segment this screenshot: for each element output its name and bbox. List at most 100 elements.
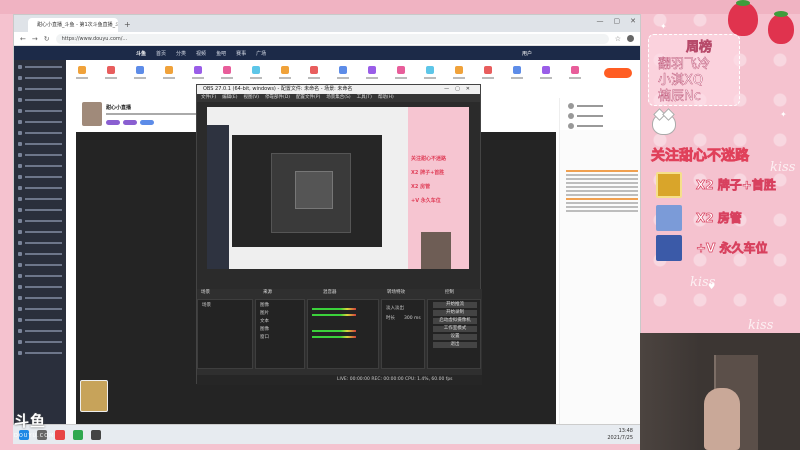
- source-item[interactable]: 图片: [260, 311, 269, 317]
- source-item[interactable]: 文本: [260, 319, 269, 325]
- virtual-camera-button[interactable]: 启动虚拟摄像机: [433, 318, 477, 324]
- sidebar-item[interactable]: [18, 250, 62, 258]
- sidebar-item[interactable]: [18, 217, 62, 225]
- sidebar-item[interactable]: [18, 107, 62, 115]
- nav-item[interactable]: 广场: [256, 50, 266, 57]
- site-user-menu[interactable]: 用户: [522, 50, 532, 57]
- obs-window-controls[interactable]: —▢✕: [444, 85, 476, 94]
- nav-item[interactable]: 分类: [176, 50, 186, 57]
- sidebar-item[interactable]: [18, 184, 62, 192]
- sidebar-item[interactable]: [18, 173, 62, 181]
- chrome-icon[interactable]: [73, 429, 83, 440]
- sidebar-item[interactable]: [18, 206, 62, 214]
- close-button[interactable]: ✕: [630, 17, 636, 25]
- sidebar-item[interactable]: [18, 261, 62, 269]
- minimize-button[interactable]: —: [597, 17, 604, 25]
- studio-mode-button[interactable]: 工作室模式: [433, 326, 477, 332]
- rank-user[interactable]: [568, 112, 618, 120]
- obs-menu-item[interactable]: 帮助(H): [378, 94, 394, 102]
- sidebar-item[interactable]: [18, 272, 62, 280]
- sidebar-item[interactable]: [18, 74, 62, 82]
- category-item[interactable]: [569, 66, 581, 92]
- sidebar-item[interactable]: [18, 283, 62, 291]
- source-item[interactable]: 图像: [260, 327, 269, 333]
- sidebar-item[interactable]: [18, 63, 62, 71]
- nav-item[interactable]: 视频: [196, 50, 206, 57]
- settings-button[interactable]: 设置: [433, 334, 477, 340]
- app-icon[interactable]: [55, 429, 65, 440]
- room-subtitle: [106, 113, 196, 115]
- sidebar-item[interactable]: [18, 195, 62, 203]
- reload-icon[interactable]: ↻: [44, 35, 50, 43]
- obs-menu-item[interactable]: 工具(T): [357, 94, 372, 102]
- site-logo[interactable]: 斗鱼: [136, 50, 146, 57]
- category-item[interactable]: [482, 66, 494, 92]
- obs-preview[interactable]: 关注甜心不迷路 X2 牌子+首胜 X2 房管 +V 永久车位: [207, 107, 469, 269]
- browser-tab[interactable]: 甜心小直播_斗鱼 - 第1次斗鱼直播_斗...: [28, 18, 118, 32]
- sidebar-item[interactable]: [18, 118, 62, 126]
- category-item[interactable]: [511, 66, 523, 92]
- sidebar-item[interactable]: [18, 349, 62, 357]
- exit-button[interactable]: 退出: [433, 342, 477, 348]
- start-recording-button[interactable]: 开始录制: [433, 310, 477, 316]
- sidebar-item[interactable]: [18, 162, 62, 170]
- star-icon[interactable]: ☆: [615, 35, 621, 43]
- new-tab-button[interactable]: +: [124, 18, 131, 32]
- sidebar-item[interactable]: [18, 316, 62, 324]
- promo-button[interactable]: [604, 68, 632, 78]
- taskbar-clock[interactable]: 13:48 2021/7/25: [607, 428, 633, 442]
- sidebar-item[interactable]: [18, 96, 62, 104]
- start-streaming-button[interactable]: 开始推流: [433, 302, 477, 308]
- category-item[interactable]: [134, 66, 146, 92]
- perk-row-3: +V 永久车位: [656, 235, 796, 263]
- sidebar-item[interactable]: [18, 140, 62, 148]
- category-item[interactable]: [105, 66, 117, 92]
- obs-menu-item[interactable]: 场景集合(S): [326, 94, 350, 102]
- source-item[interactable]: 图像: [260, 303, 269, 309]
- preview-sidebar: [207, 125, 229, 269]
- source-item[interactable]: 窗口: [260, 335, 269, 341]
- kiss-decoration: kiss: [770, 160, 796, 175]
- nav-item[interactable]: 赛事: [236, 50, 246, 57]
- transition-select[interactable]: 淡入淡出: [386, 306, 404, 312]
- category-item[interactable]: [540, 66, 552, 92]
- sidebar-item[interactable]: [18, 305, 62, 313]
- obs-menu-item[interactable]: 停靠部件(D): [265, 94, 290, 102]
- sidebar-item[interactable]: [18, 85, 62, 93]
- chat-message: [566, 170, 638, 172]
- maximize-button[interactable]: ▢: [614, 17, 621, 25]
- sidebar-item[interactable]: [18, 239, 62, 247]
- perk-text: X2 房管: [696, 211, 742, 226]
- profile-avatar[interactable]: [627, 35, 634, 42]
- sidebar-item[interactable]: [18, 129, 62, 137]
- sources-dock: 图像 图片 文本 图像 窗口: [255, 299, 305, 369]
- scene-item[interactable]: 场景: [202, 303, 211, 309]
- back-icon[interactable]: ←: [20, 35, 26, 43]
- category-item[interactable]: [76, 66, 88, 92]
- cat-sticker-icon: [652, 113, 676, 135]
- webcam-person: [704, 388, 740, 450]
- transition-duration-input[interactable]: 300 ms: [404, 316, 421, 322]
- sidebar-item[interactable]: [18, 338, 62, 346]
- sidebar-item[interactable]: [18, 327, 62, 335]
- forward-icon[interactable]: →: [32, 35, 38, 43]
- chat-message: [566, 190, 638, 192]
- obs-menu-item[interactable]: 编辑(E): [222, 94, 237, 102]
- rank-user[interactable]: [568, 102, 618, 110]
- strawberry-leaf-icon: [736, 0, 750, 6]
- sidebar-item[interactable]: [18, 151, 62, 159]
- nav-item[interactable]: 鱼吧: [216, 50, 226, 57]
- obs-icon[interactable]: [91, 429, 101, 440]
- streamer-avatar[interactable]: [82, 102, 102, 126]
- url-input[interactable]: https://www.douyu.com/...: [55, 33, 609, 44]
- sidebar-item[interactable]: [18, 228, 62, 236]
- obs-menu-item[interactable]: 文件(F): [201, 94, 216, 102]
- sidebar-item[interactable]: [18, 294, 62, 302]
- category-item[interactable]: [163, 66, 175, 92]
- rank-user[interactable]: [568, 122, 618, 130]
- preview-perk-text: X2 房管: [411, 184, 431, 190]
- obs-menu-item[interactable]: 视图(V): [243, 94, 259, 102]
- obs-menu-item[interactable]: 配置文件(P): [296, 94, 320, 102]
- gift-card[interactable]: [80, 380, 108, 412]
- nav-item[interactable]: 首页: [156, 50, 166, 57]
